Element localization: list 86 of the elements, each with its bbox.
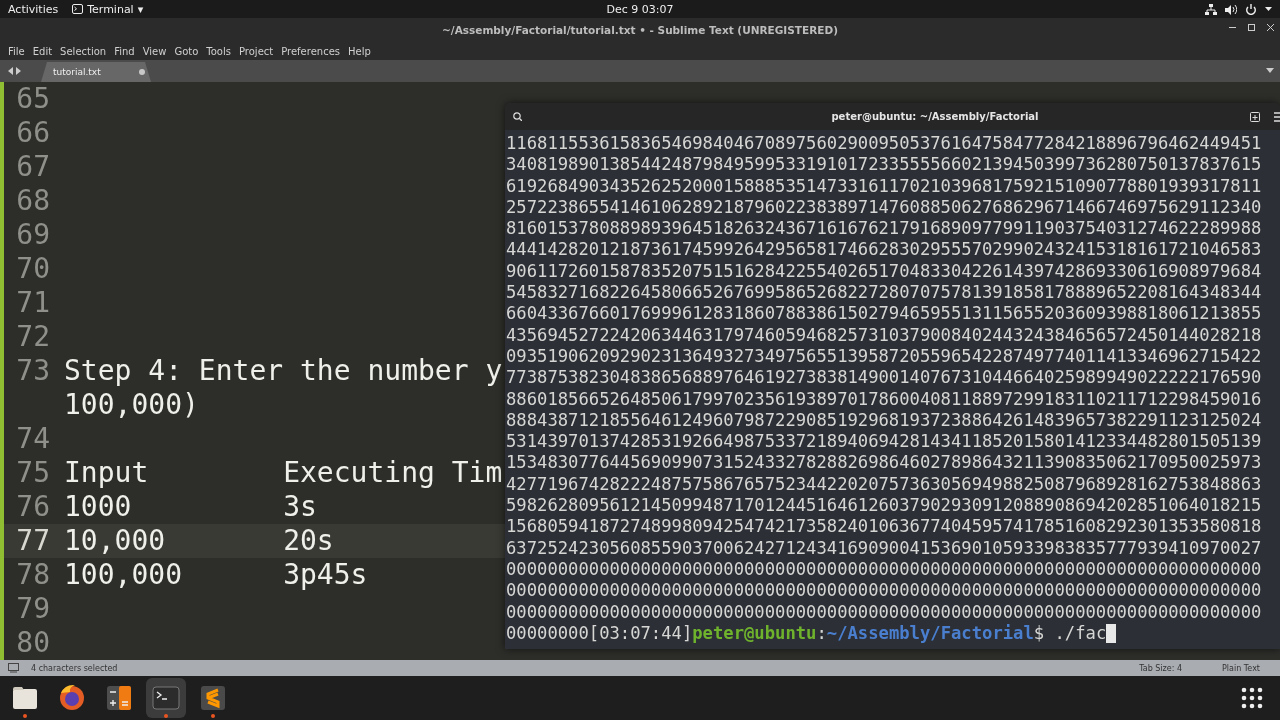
search-icon[interactable] [513,112,522,121]
tab-size-status[interactable]: Tab Size: 4 [1139,663,1183,673]
maximize-icon[interactable] [1248,24,1255,31]
line-number: 65 [15,82,51,116]
output-line: 2572238655414610628921879602238389714760885062768629671466746975629112340 [506,196,1263,219]
line-number: 75 [15,456,51,490]
output-line: 5982628095612145099487170124451646126037902930912088908694202851064018215 [506,495,1263,517]
output-line: 5458327168226458066526769958652682272807075781391858178889652208164348344 [506,282,1263,304]
code-line: 1000 3s [64,490,317,524]
menu-item[interactable]: Selection [56,45,111,57]
line-number: 66 [15,116,51,150]
line-number: 71 [15,286,51,320]
output-line: 1534830776445690990731524332782882698646027898643211390835062170950025973 [506,452,1263,474]
output-line: 4277196742822248757586765752344220207573630569498825087968928162753848863 [506,473,1263,496]
code-line: 100,000 3p45s [64,558,368,592]
output-line: 6192684903435262520001588853514733161170210396817592151090778801939317811 [506,175,1263,197]
terminal-icon [72,4,84,14]
output-line: 8860185665264850617997023561938970178600408118897299183110211712298459016 [506,388,1263,410]
prompt-user: peter@ubuntu [692,622,817,643]
output-line: 0000000000000000000000000000000000000000000000000000000000000000000000000 [506,558,1263,581]
menu-item[interactable]: Goto [170,45,203,57]
prompt-symbol: $ [1033,622,1045,643]
code-line: Input Executing Tim [64,456,503,490]
output-line: 5314397013742853192664987533721894069428143411852015801412334482801505139 [506,431,1263,453]
line-number: 70 [15,252,51,286]
line-number: 74 [15,422,51,456]
output-line: 0000000000000000000000000000000000000000000000000000000000000000000000000 [506,601,1263,623]
command-input[interactable]: ./fac [1054,622,1107,643]
output-line: 0000000000000000000000000000000000000000000000000000000000000000000000000 [506,580,1263,602]
output-line: 0935190620929023136493273497565513958720559654228749774011413346962715422 [506,345,1263,368]
editor-tab[interactable]: tutorial.txt [41,62,151,82]
prompt-path: ~/Assembly/Factorial [826,622,1034,643]
menu-item[interactable]: Edit [28,45,57,57]
output-line: 8884387121855646124960798722908519296819372388642614839657382291123125024 [506,409,1263,432]
output-line: 4356945272242063446317974605946825731037900840244324384656572450144028218 [506,324,1263,346]
menu-item[interactable]: Find [110,45,139,57]
output-text: 00000000[03:07:44] [506,622,693,643]
output-line: 1168115536158365469840467089756029009505376164758477284218896796462449451 [506,133,1263,155]
menu-item[interactable]: Tools [202,45,235,57]
line-number: 67 [15,150,51,184]
line-number: 78 [15,558,51,592]
menu-item[interactable]: File [4,45,29,57]
app-menu[interactable]: Terminal ▾ [72,2,144,16]
output-line: 4441428201218736174599264295658174662830295557029902432415318161721046583 [506,239,1263,261]
selection-status: 4 characters selected [31,663,118,673]
tab-label: tutorial.txt [53,67,102,77]
menu-item[interactable]: Project [235,45,278,57]
output-line: 6372524230560855903700624271243416909004153690105933983835777939410970027 [506,537,1263,559]
code-line: 10,000 20s [64,524,334,558]
code-line: Step 4: Enter the number y [64,354,503,388]
line-number: 76 [15,490,51,524]
menu-item[interactable]: Preferences [277,45,345,57]
prompt-separator: : [816,622,827,643]
app-grid-icon[interactable] [1241,687,1263,709]
output-line: 7738753823048386568897646192738381490014076731044664025989949022222176590 [506,367,1263,389]
forward-icon[interactable] [16,67,21,75]
volume-icon[interactable] [1225,3,1237,15]
line-number: 73 [15,354,51,388]
activities-button[interactable]: Activities [8,2,59,16]
line-number: 79 [15,592,51,626]
window-title: ~/Assembly/Factorial/tutorial.txt • - Sublime Text (UNREGISTERED) [442,24,838,36]
line-number: 68 [15,184,51,218]
window-title: peter@ubuntu: ~/Assembly/Factorial [831,111,1039,122]
text-cursor [1106,623,1117,643]
caret-icon[interactable] [1265,7,1272,11]
new-tab-icon[interactable] [1250,111,1260,122]
line-number: 72 [15,320,51,354]
close-icon[interactable] [1267,24,1274,31]
power-icon[interactable] [1245,3,1257,15]
panel-icon[interactable] [8,663,19,673]
output-line: 9061172601587835207515162842255402651704833042261439742869330616908979684 [506,260,1263,283]
clock[interactable]: Dec 9 03:07 [606,2,674,16]
network-icon[interactable] [1205,3,1217,15]
line-number: 80 [15,626,51,660]
output-line: 6604336766017699961283186078838615027946595513115655203609398818061213855 [506,303,1263,325]
line-number: 77 [15,524,51,558]
back-icon[interactable] [8,67,13,75]
output-line: 3408198901385442487984959953319101723355556602139450399736280750137837615 [506,154,1263,176]
minimize-icon[interactable] [1229,24,1236,31]
code-line: 100,000) [64,388,199,422]
syntax-status[interactable]: Plain Text [1222,663,1260,673]
line-number: 69 [15,218,51,252]
output-line: 1568059418727489980942547421735824010636774045957417851608292301353580818 [506,516,1263,538]
menu-item[interactable]: View [138,45,171,57]
menu-item[interactable]: Help [344,45,375,57]
output-line: 8160153780889893964518263243671616762179168909779911903754031274622289988 [506,218,1263,240]
